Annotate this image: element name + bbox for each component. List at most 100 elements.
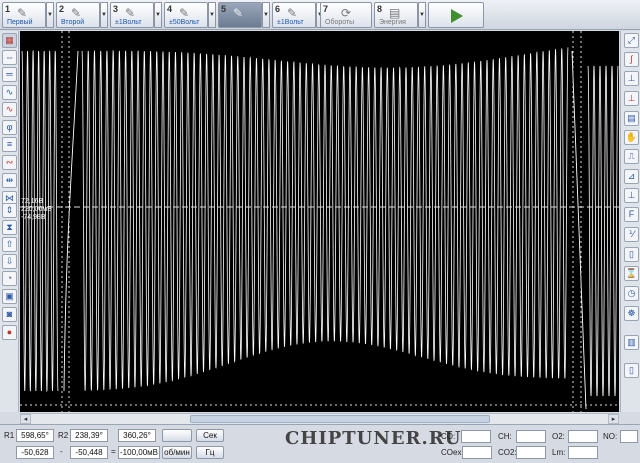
chevron-down-icon[interactable]: ▼ xyxy=(262,2,270,28)
no-field xyxy=(620,430,638,443)
o2-field xyxy=(568,430,598,443)
probe-icon: ✎ xyxy=(125,6,136,20)
edge-icon[interactable]: ⊿ xyxy=(624,169,639,184)
ruler-icon[interactable]: ═ xyxy=(2,67,17,82)
chevron-down-icon[interactable]: ▼ xyxy=(100,2,108,28)
channel-5-button[interactable]: 5 ✎ ▼ xyxy=(218,2,270,28)
coex-field xyxy=(462,446,492,459)
stretch-horizontal-icon[interactable]: ⇹ xyxy=(2,173,17,188)
no-label: NO: xyxy=(603,432,618,441)
hz-button[interactable]: Гц xyxy=(196,446,224,459)
save-icon[interactable]: ▣ xyxy=(2,289,17,304)
channel-4-label: ±50Вольт xyxy=(169,19,200,26)
scroll-left-icon[interactable]: ◂ xyxy=(20,414,31,424)
pulse-icon[interactable]: ⎍ xyxy=(624,149,639,164)
channel-1-button[interactable]: 1 ✎ Первый ▼ xyxy=(2,2,54,28)
ch-field xyxy=(516,430,546,443)
r2-label: R2 xyxy=(58,431,69,440)
channel-4-button[interactable]: 4 ✎ ±50Вольт ▼ xyxy=(164,2,216,28)
settings-icon[interactable]: ☸ xyxy=(624,306,639,321)
play-icon xyxy=(451,9,463,23)
co2-label: CO2: xyxy=(498,448,517,457)
oscillogram-plot[interactable]: 72,16В 220,00мВ -74,98В xyxy=(20,31,619,412)
clipboard-icon[interactable]: ▤ xyxy=(624,111,639,126)
waveform-canvas xyxy=(20,31,619,412)
channel-8-number: 8 xyxy=(377,4,383,14)
shrink-vertical-icon[interactable]: ⧗ xyxy=(2,220,17,235)
step-icon[interactable]: ⊥ xyxy=(624,71,639,86)
scroll-right-icon[interactable]: ▸ xyxy=(608,414,619,424)
cursor-lower-label: -74,98В xyxy=(21,214,46,221)
channel-6-button[interactable]: 6 ✎ ±1Вольт ▼ xyxy=(272,2,324,28)
tube-icon[interactable]: ▯ xyxy=(624,363,639,378)
channel-2-button[interactable]: 2 ✎ Второй ▼ xyxy=(56,2,108,28)
minus-sign: - xyxy=(60,447,63,456)
zoom-range-icon[interactable]: ⇔ xyxy=(2,50,17,65)
function-icon[interactable]: F xyxy=(624,207,639,222)
chevron-down-icon[interactable]: ▼ xyxy=(154,2,162,28)
trigger-icon[interactable]: ⊥ xyxy=(624,188,639,203)
chevron-down-icon[interactable]: ▼ xyxy=(418,2,426,28)
chevron-down-icon[interactable]: ▼ xyxy=(46,2,54,28)
seconds-button[interactable]: Сек xyxy=(196,429,224,442)
angle-value: 360,26° xyxy=(118,429,156,442)
channel-7-label: Обороты xyxy=(325,19,355,26)
channel-7-number: 7 xyxy=(323,4,329,14)
o2-label: O2: xyxy=(552,432,565,441)
rpm-button[interactable]: об/мин xyxy=(162,446,192,459)
equals-sign: = xyxy=(111,447,116,456)
channel-toolbar: 1 ✎ Первый ▼ 2 ✎ Второй ▼ 3 ✎ ±1Вольт ▼ … xyxy=(0,0,640,30)
probe-icon: ✎ xyxy=(233,6,244,20)
row2-mid-value: -50,448 xyxy=(70,446,108,459)
brand-watermark: CHIPTUNER.RU xyxy=(285,428,462,449)
channel-8-label: Энергия xyxy=(379,19,406,26)
compare-wave-icon[interactable]: ∾ xyxy=(2,155,17,170)
channel-6-label: ±1Вольт xyxy=(277,19,304,26)
chevron-down-icon[interactable]: ▼ xyxy=(208,2,216,28)
ratio-icon[interactable]: ⅟ xyxy=(624,227,639,242)
horizontal-scrollbar[interactable]: ◂ ▸ xyxy=(20,413,619,424)
device-icon[interactable]: ▥ xyxy=(624,335,639,350)
phi-icon[interactable]: φ xyxy=(2,120,17,135)
channel-8-button[interactable]: 8 ▤ Энергия ▼ xyxy=(374,2,426,28)
camera-icon[interactable]: ◙ xyxy=(2,307,17,322)
scroll-thumb[interactable] xyxy=(190,415,490,423)
record-icon[interactable]: ● xyxy=(2,325,17,340)
step-red-icon[interactable]: ⊥ xyxy=(624,91,639,106)
hourglass-icon[interactable]: ⌛ xyxy=(624,266,639,281)
move-up-icon[interactable]: ⇧ xyxy=(2,237,17,252)
wave-icon[interactable]: ∿ xyxy=(2,85,17,100)
channel-3-label: ±1Вольт xyxy=(115,19,142,26)
lines-icon[interactable]: ≡ xyxy=(2,137,17,152)
r1-label: R1 xyxy=(4,431,15,440)
channel-7-button[interactable]: 7 ⟳ Обороты xyxy=(320,2,372,28)
lm-field xyxy=(568,446,598,459)
channel-2-label: Второй xyxy=(61,19,85,26)
oscilloscope-window: 1 ✎ Первый ▼ 2 ✎ Второй ▼ 3 ✎ ±1Вольт ▼ … xyxy=(0,0,640,463)
r1-value: 598,65° xyxy=(16,429,54,442)
expand-icon[interactable]: ⤢ xyxy=(624,33,639,48)
move-down-icon[interactable]: ⇩ xyxy=(2,254,17,269)
sine-icon[interactable]: ∿ xyxy=(2,102,17,117)
hand-icon[interactable]: ✋ xyxy=(624,130,639,145)
signal-red-icon[interactable]: ∫ xyxy=(624,52,639,67)
channel-3-button[interactable]: 3 ✎ ±1Вольт ▼ xyxy=(110,2,162,28)
cursor-upper-label: 72,16В xyxy=(21,198,44,205)
stretch-vertical-icon[interactable]: ⇕ xyxy=(2,203,17,218)
transition-edge-left xyxy=(63,50,79,392)
probe-icon: ✎ xyxy=(287,6,298,20)
gauge-icon[interactable]: ◔ xyxy=(2,271,17,286)
right-tool-panel: ⤢ ∫ ⊥ ⊥ ▤ ✋ ⎍ ⊿ ⊥ F ⅟ ▯ ⌛ ◷ ☸ ▥ ▯ xyxy=(620,31,640,412)
toggle-button[interactable] xyxy=(162,429,192,442)
row2-right-value: -100,00мВ xyxy=(118,446,160,459)
transition-edge-right xyxy=(571,50,587,410)
r2-value: 238,39° xyxy=(70,429,108,442)
clock-icon[interactable]: ◷ xyxy=(624,286,639,301)
channel-3-number: 3 xyxy=(113,4,119,14)
start-button[interactable] xyxy=(428,2,484,28)
co-label: CO: xyxy=(441,432,456,441)
probe-icon: ✎ xyxy=(17,6,28,20)
channel-6-number: 6 xyxy=(275,4,281,14)
grid-tool-icon[interactable]: ▦ xyxy=(2,33,17,48)
battery-icon[interactable]: ▯ xyxy=(624,247,639,262)
